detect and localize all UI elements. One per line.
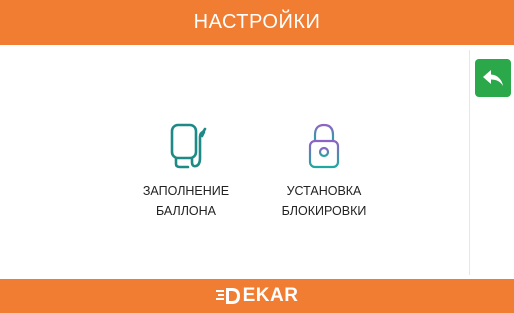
tile-cylinder-fill-label: ЗАПОЛНЕНИЕ БАЛЛОНА	[126, 181, 246, 221]
footer-bar: EKAR	[0, 279, 514, 313]
undo-arrow-icon	[483, 70, 503, 86]
tile-lock-setup-label: УСТАНОВКА БЛОКИРОВКИ	[264, 181, 384, 221]
tile-lock-setup-line1: УСТАНОВКА	[286, 184, 362, 198]
tile-lock-setup-line2: БЛОКИРОВКИ	[281, 204, 367, 218]
tile-cylinder-fill[interactable]: ЗАПОЛНЕНИЕ БАЛЛОНА	[126, 123, 246, 221]
tile-lock-setup[interactable]: УСТАНОВКА БЛОКИРОВКИ	[264, 123, 384, 221]
header-bar: НАСТРОЙКИ	[0, 0, 514, 45]
back-button[interactable]	[475, 59, 511, 97]
brand-logo: EKAR	[215, 285, 299, 307]
page-title: НАСТРОЙКИ	[193, 11, 321, 33]
brand-mark-icon	[215, 288, 240, 304]
settings-panel: ЗАПОЛНЕНИЕ БАЛЛОНА УСТАНОВКА БЛОКИРОВКИ	[0, 45, 514, 279]
water-tank-icon	[170, 123, 207, 169]
brand-name: EKAR	[242, 285, 299, 306]
tile-cylinder-fill-line2: БАЛЛОНА	[155, 204, 217, 218]
padlock-icon	[308, 123, 340, 169]
tile-cylinder-fill-line1: ЗАПОЛНЕНИЕ	[142, 184, 230, 198]
panel-divider	[469, 50, 470, 275]
